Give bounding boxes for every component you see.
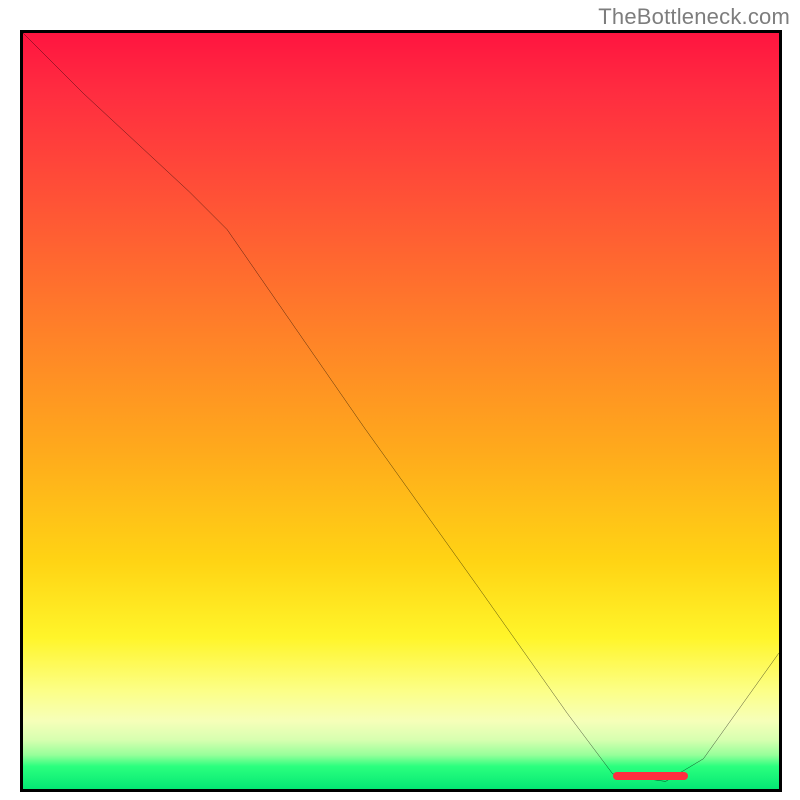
watermark-label: TheBottleneck.com: [598, 4, 790, 30]
plot-area: [20, 30, 782, 792]
optimal-range-marker: [613, 772, 689, 780]
line-curve: [23, 33, 779, 789]
curve-path: [23, 33, 779, 781]
chart-container: TheBottleneck.com: [0, 0, 800, 800]
